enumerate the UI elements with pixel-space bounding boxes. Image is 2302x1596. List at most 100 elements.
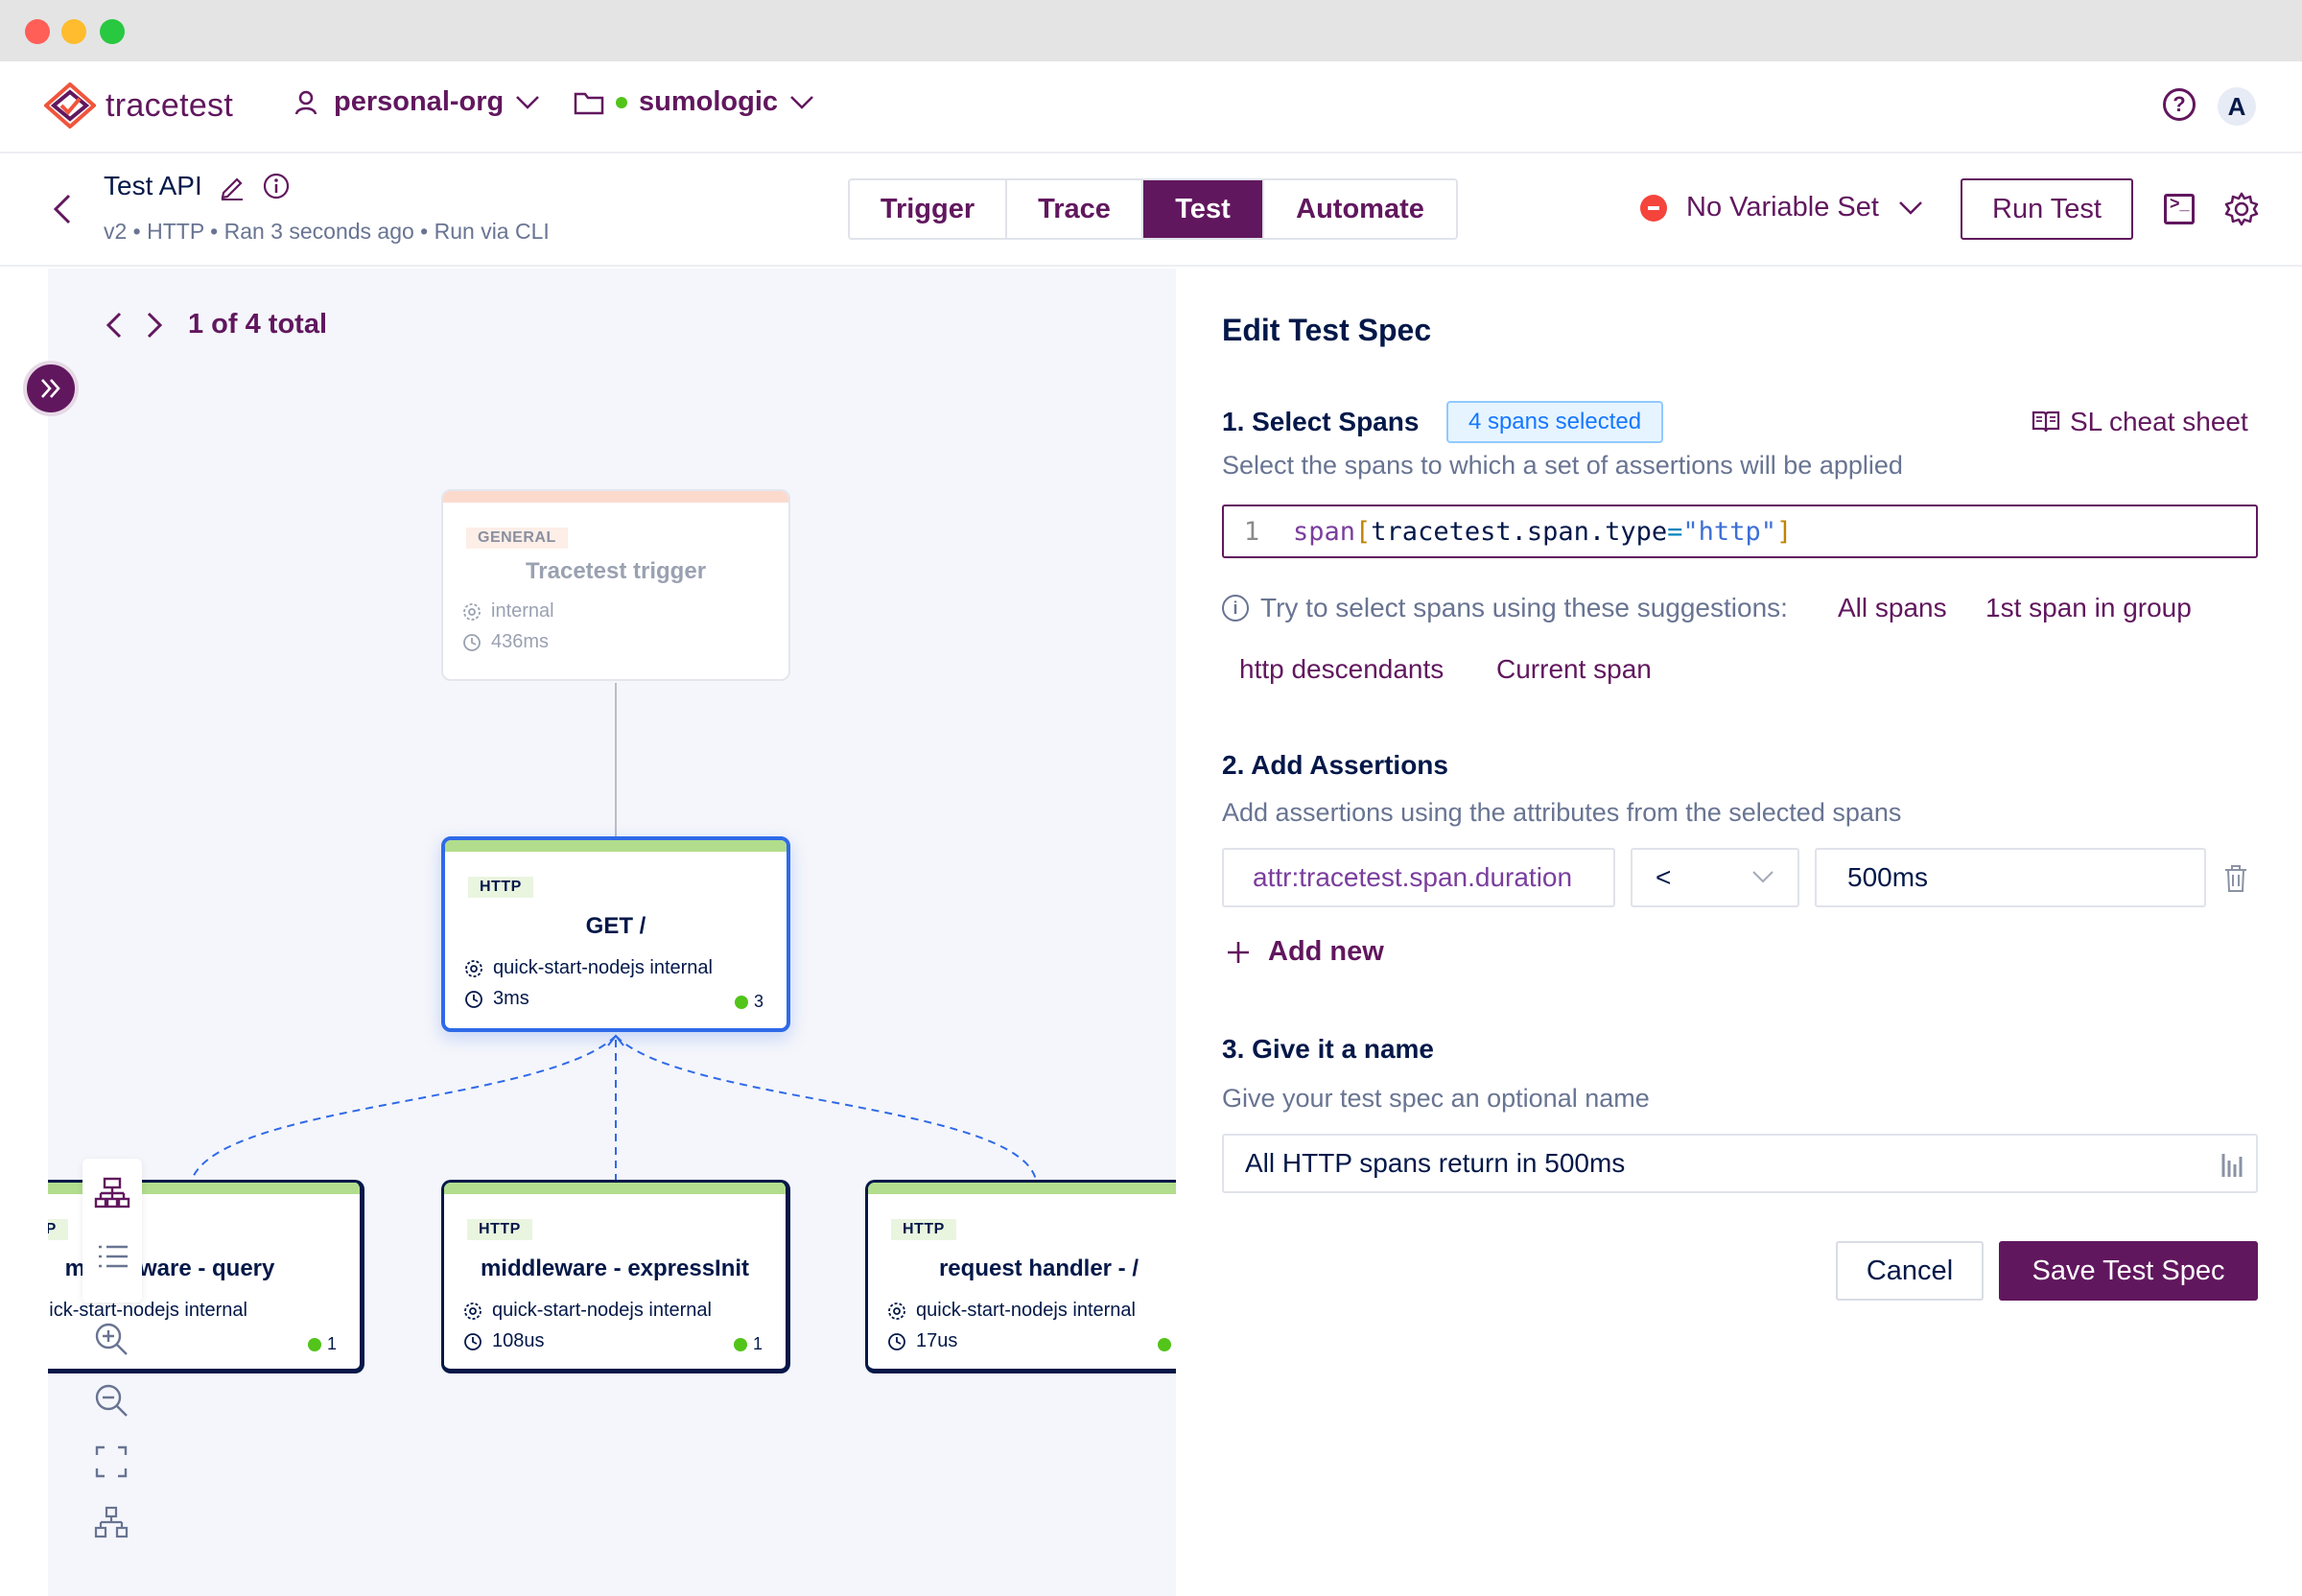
gear-icon xyxy=(464,1302,482,1320)
span-type-badge: HTTP xyxy=(891,1219,956,1240)
span-service: internal xyxy=(462,600,554,622)
info-icon[interactable] xyxy=(262,172,291,200)
span-node-request-handler[interactable]: HTTP request handler - / quick-start-nod… xyxy=(865,1180,1176,1373)
window-minimize-button[interactable] xyxy=(61,19,86,44)
gear-icon[interactable] xyxy=(2222,190,2261,228)
span-assertion-count: 1 xyxy=(307,1334,337,1354)
window-titlebar xyxy=(0,0,2302,61)
span-type-badge: GENERAL xyxy=(466,528,568,549)
assertion-operator-value: < xyxy=(1656,862,1672,892)
user-group-icon xyxy=(294,90,317,114)
chevron-left-icon[interactable] xyxy=(104,311,125,340)
suggestions-row: i Try to select spans using these sugges… xyxy=(1222,593,1788,623)
user-avatar[interactable]: A xyxy=(2218,87,2256,126)
tracetest-logo-icon xyxy=(44,82,96,129)
editor-line-number: 1 xyxy=(1243,516,1260,547)
tab-automate[interactable]: Automate xyxy=(1264,180,1456,238)
double-chevron-right-icon xyxy=(41,379,60,398)
panel-title: Edit Test Spec xyxy=(1222,313,1432,347)
assertion-value-input[interactable]: 500ms xyxy=(1815,848,2206,907)
span-duration: 17us xyxy=(887,1330,957,1352)
cheat-sheet-link[interactable]: SL cheat sheet xyxy=(2032,407,2248,437)
test-spec-name-value: All HTTP spans return in 500ms xyxy=(1245,1148,1626,1178)
mode-tabs: Trigger Trace Test Automate xyxy=(848,178,1458,240)
pass-dot xyxy=(734,995,748,1009)
chevron-down-icon xyxy=(516,95,540,109)
tab-trigger[interactable]: Trigger xyxy=(850,180,1007,238)
list-view-icon[interactable] xyxy=(93,1237,131,1276)
assertion-operator-select[interactable]: < xyxy=(1631,848,1799,907)
back-arrow-icon[interactable] xyxy=(48,192,75,226)
save-test-spec-button[interactable]: Save Test Spec xyxy=(1999,1241,2258,1301)
plus-icon xyxy=(1228,941,1249,963)
span-assertion-count: 1 xyxy=(1157,1334,1176,1354)
zoom-in-icon[interactable] xyxy=(92,1320,130,1358)
span-name: Tracetest trigger xyxy=(525,558,707,584)
gear-icon xyxy=(463,602,481,621)
trash-icon[interactable] xyxy=(2221,863,2250,894)
span-type-badge: HTTP xyxy=(468,877,533,898)
variable-set-selector[interactable]: No Variable Set xyxy=(1640,192,1923,223)
test-spec-name-input[interactable]: All HTTP spans return in 500ms xyxy=(1222,1134,2258,1193)
environment-selector[interactable]: sumologic xyxy=(574,86,814,118)
help-icon[interactable]: ? xyxy=(2163,88,2196,121)
environment-name: sumologic xyxy=(639,86,779,117)
span-node-middleware-expressinit[interactable]: HTTP middleware - expressInit quick-star… xyxy=(441,1180,790,1373)
suggestion-current-span[interactable]: Current span xyxy=(1496,654,1652,685)
cli-terminal-icon[interactable] xyxy=(2164,194,2195,224)
window-maximize-button[interactable] xyxy=(100,19,125,44)
clock-icon xyxy=(888,1332,905,1350)
app-header: tracetest personal-org sumologic ? A xyxy=(0,61,2302,153)
suggestion-all-spans[interactable]: All spans xyxy=(1838,593,1947,623)
fit-view-icon[interactable] xyxy=(92,1443,130,1481)
folder-icon xyxy=(574,92,604,114)
span-service: quick-start-nodejs internal xyxy=(464,957,713,979)
assertion-attribute-input[interactable]: attr:tracetest.span.duration xyxy=(1222,848,1615,907)
span-name: GET / xyxy=(585,913,646,939)
auto-layout-icon[interactable] xyxy=(92,1504,130,1542)
spans-selected-badge: 4 spans selected xyxy=(1446,401,1663,443)
pass-dot xyxy=(307,1337,321,1351)
zoom-out-icon[interactable] xyxy=(92,1381,130,1420)
span-duration: 436ms xyxy=(462,631,549,653)
span-name: middleware - expressInit xyxy=(480,1256,750,1281)
org-selector[interactable]: personal-org xyxy=(294,86,540,118)
window-close-button[interactable] xyxy=(25,19,50,44)
test-title: Test API xyxy=(104,171,291,201)
clock-icon xyxy=(465,990,482,1008)
clock-icon xyxy=(463,633,481,651)
edit-pencil-icon[interactable] xyxy=(218,172,247,200)
span-node-trigger[interactable]: GENERAL Tracetest trigger internal 436ms xyxy=(441,489,790,681)
add-new-label: Add new xyxy=(1268,936,1384,967)
brand-logo[interactable]: tracetest xyxy=(44,82,233,129)
suggestion-first-span-in-group[interactable]: 1st span in group xyxy=(1985,593,2192,623)
span-pager: 1 of 4 total xyxy=(104,309,327,340)
brand-name: tracetest xyxy=(106,86,234,124)
gear-icon xyxy=(888,1302,905,1320)
tab-trace[interactable]: Trace xyxy=(1007,180,1143,238)
suggestion-http-descendants[interactable]: http descendants xyxy=(1239,654,1444,685)
chevron-right-icon[interactable] xyxy=(144,311,165,340)
tab-test[interactable]: Test xyxy=(1143,180,1264,238)
info-icon: i xyxy=(1222,595,1249,622)
expand-sidebar-button[interactable] xyxy=(23,361,79,416)
book-icon xyxy=(2032,411,2060,433)
selector-query-editor[interactable]: 1 span[tracetest.span.type="http"] xyxy=(1222,505,2258,558)
cancel-button[interactable]: Cancel xyxy=(1836,1241,1984,1301)
run-test-button[interactable]: Run Test xyxy=(1961,178,2133,240)
pass-dot xyxy=(733,1337,747,1351)
selector-query-code: span[tracetest.span.type="http"] xyxy=(1293,516,1793,547)
give-name-heading: 3. Give it a name xyxy=(1222,1034,1434,1064)
tree-view-icon[interactable] xyxy=(93,1174,131,1212)
span-duration: 108us xyxy=(463,1330,545,1352)
select-spans-heading: 1. Select Spans xyxy=(1222,407,1420,436)
add-new-assertion-button[interactable]: Add new xyxy=(1226,936,1384,968)
pager-label: 1 of 4 total xyxy=(188,309,328,340)
span-name: request handler - / xyxy=(938,1256,1139,1281)
span-assertion-count: 1 xyxy=(733,1334,763,1354)
autofill-icon xyxy=(2221,1154,2243,1177)
trace-diagram-canvas[interactable]: GENERAL Tracetest trigger internal 436ms… xyxy=(48,269,1176,1596)
span-duration: 3ms xyxy=(464,988,529,1010)
span-node-get-root[interactable]: HTTP GET / quick-start-nodejs internal 3… xyxy=(441,836,790,1032)
span-type-badge: HTTP xyxy=(48,1219,68,1240)
